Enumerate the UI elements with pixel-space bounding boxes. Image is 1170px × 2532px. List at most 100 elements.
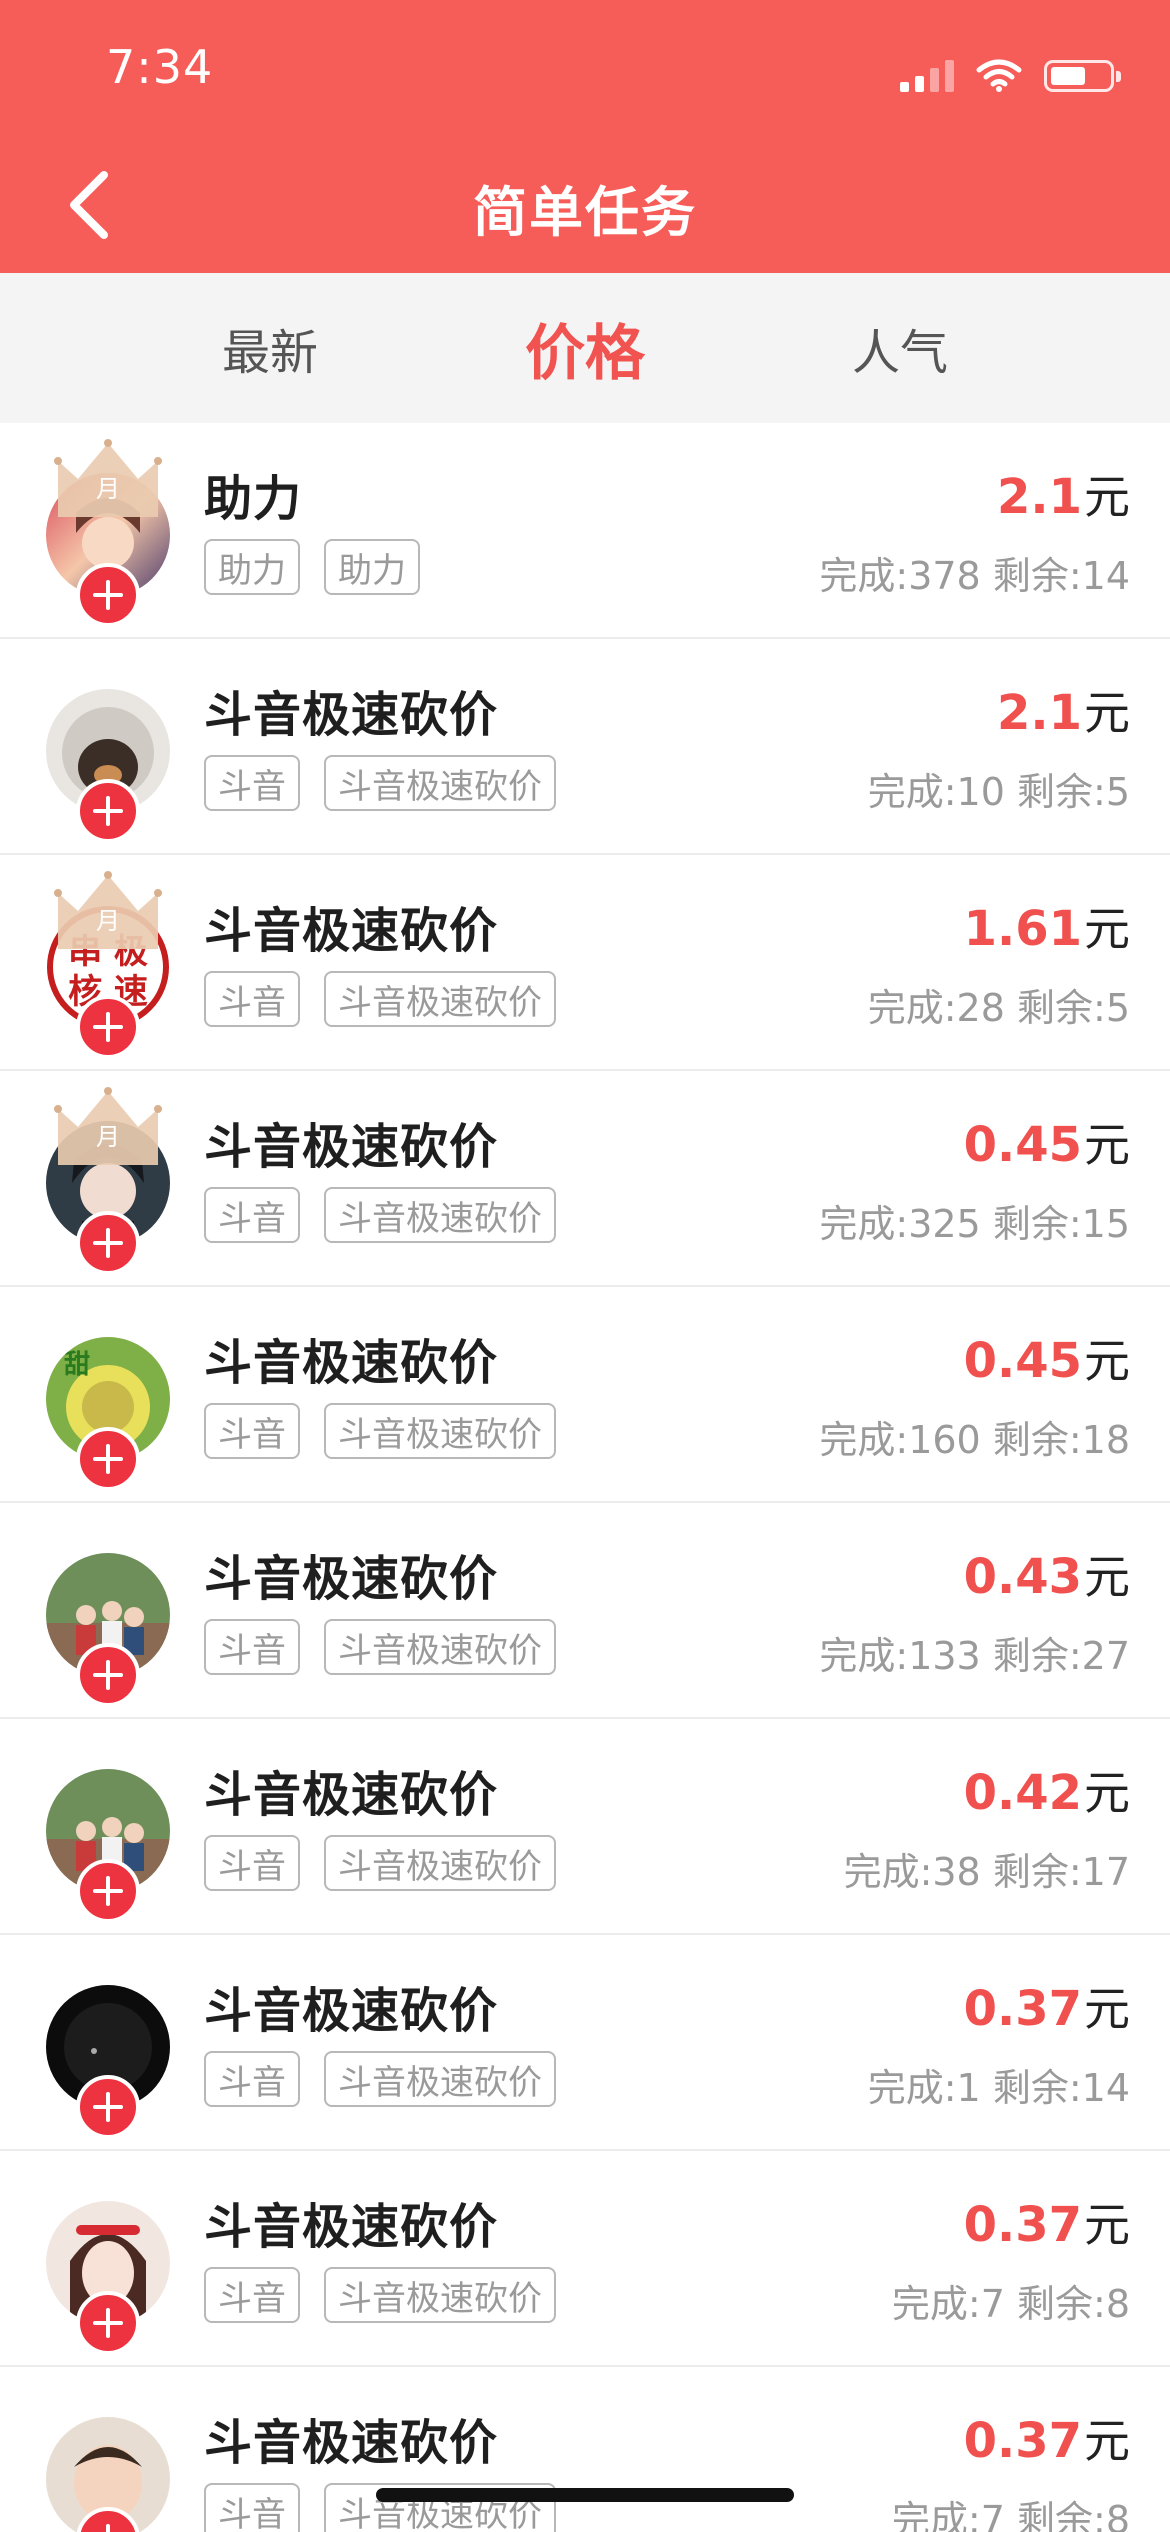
follow-button[interactable] — [76, 779, 140, 843]
task-title: 斗音极速砍价 — [204, 687, 499, 743]
task-row[interactable]: 斗音极速砍价 斗音 斗音极速砍价 0.37 元 完成:1 剩余:14 — [0, 1935, 1170, 2151]
price-value: 0.45 — [963, 1117, 1082, 1173]
done-label: 完成: — [867, 2066, 957, 2110]
done-count: 378 — [908, 554, 981, 598]
task-title: 斗音极速砍价 — [204, 1767, 499, 1823]
tab-latest[interactable]: 最新 — [170, 273, 370, 423]
follow-button[interactable] — [76, 2291, 140, 2355]
task-stats: 完成:133 剩余:27 — [819, 1625, 1130, 1680]
task-row[interactable]: 月 助力 助力 助力 2.1 元 完成:378 剩余:14 — [0, 423, 1170, 639]
task-tags: 斗音 斗音极速砍价 — [204, 1619, 556, 1675]
status-time: 7:34 — [106, 40, 214, 94]
done-label: 完成: — [867, 986, 957, 1030]
task-tag: 助力 — [204, 539, 300, 595]
done-label: 完成: — [819, 554, 909, 598]
task-stats: 完成:160 剩余:18 — [819, 1409, 1130, 1464]
task-row[interactable]: 斗音极速砍价 斗音 斗音极速砍价 0.42 元 完成:38 剩余:17 — [0, 1719, 1170, 1935]
follow-button[interactable] — [76, 995, 140, 1059]
remaining-label: 剩余: — [1017, 2498, 1106, 2532]
task-list: 月 助力 助力 助力 2.1 元 完成:378 剩余:14 斗音极速砍价 斗音 … — [0, 423, 1170, 2532]
remaining-count: 8 — [1105, 2498, 1130, 2532]
crown-label: 月 — [96, 907, 120, 935]
remaining-count: 5 — [1105, 986, 1130, 1030]
done-count: 1 — [956, 2066, 981, 2110]
task-tag: 斗音 — [204, 1187, 300, 1243]
avatar-container[interactable] — [46, 1985, 170, 2139]
task-tag: 斗音极速砍价 — [324, 1403, 556, 1459]
price-value: 0.42 — [963, 1765, 1082, 1821]
done-label: 完成: — [891, 2282, 981, 2326]
task-tags: 斗音 斗音极速砍价 — [204, 1187, 556, 1243]
task-tag: 斗音极速砍价 — [324, 1187, 556, 1243]
price-unit: 元 — [1084, 2198, 1130, 2252]
task-row[interactable]: 甜 斗音极速砍价 斗音 斗音极速砍价 0.45 元 完成:160 剩余:18 — [0, 1287, 1170, 1503]
crown-badge-icon: 月 — [54, 871, 162, 949]
task-row[interactable]: 斗音极速砍价 斗音 斗音极速砍价 0.43 元 完成:133 剩余:27 — [0, 1503, 1170, 1719]
avatar-container[interactable]: 月 — [46, 1087, 170, 1275]
follow-button[interactable] — [76, 563, 140, 627]
task-stats: 完成:1 剩余:14 — [868, 2057, 1130, 2112]
done-count: 133 — [908, 1634, 981, 1678]
remaining-count: 5 — [1105, 770, 1130, 814]
plus-icon — [93, 1444, 123, 1474]
done-label: 完成: — [819, 1202, 909, 1246]
task-row[interactable]: 斗音极速砍价 斗音 斗音极速砍价 0.37 元 完成:7 剩余:8 — [0, 2367, 1170, 2532]
plus-icon — [93, 1012, 123, 1042]
tab-price[interactable]: 价格 — [485, 273, 685, 423]
price-unit: 元 — [1084, 902, 1130, 956]
avatar-container[interactable]: 月 — [46, 439, 170, 627]
task-tags: 斗音 斗音极速砍价 — [204, 2051, 556, 2107]
price-unit: 元 — [1084, 1766, 1130, 1820]
remaining-count: 15 — [1081, 1202, 1130, 1246]
price-value: 0.45 — [963, 1333, 1082, 1389]
avatar-container[interactable] — [46, 689, 170, 843]
follow-button[interactable] — [76, 1427, 140, 1491]
task-tags: 斗音 斗音极速砍价 — [204, 2267, 556, 2323]
avatar-container[interactable] — [46, 1769, 170, 1923]
app-header: 7:34 简单任务 — [0, 0, 1170, 273]
done-count: 160 — [908, 1418, 981, 1462]
remaining-label: 剩余: — [992, 1418, 1082, 1462]
remaining-label: 剩余: — [992, 1202, 1082, 1246]
task-tags: 斗音 斗音极速砍价 — [204, 755, 556, 811]
task-stats: 完成:325 剩余:15 — [819, 1193, 1130, 1248]
home-indicator — [376, 2488, 794, 2502]
task-stats: 完成:38 剩余:17 — [844, 1841, 1130, 1896]
page-title: 简单任务 — [473, 181, 697, 244]
task-tag: 斗音 — [204, 1619, 300, 1675]
price-unit: 元 — [1084, 470, 1130, 524]
follow-button[interactable] — [76, 1211, 140, 1275]
avatar-container[interactable] — [46, 2201, 170, 2355]
task-tag: 斗音极速砍价 — [324, 1835, 556, 1891]
done-label: 完成: — [819, 1418, 909, 1462]
follow-button[interactable] — [76, 1643, 140, 1707]
task-row[interactable]: 斗音极速砍价 斗音 斗音极速砍价 0.37 元 完成:7 剩余:8 — [0, 2151, 1170, 2367]
avatar-container[interactable] — [46, 1553, 170, 1707]
done-count: 7 — [980, 2282, 1005, 2326]
avatar-container[interactable]: 串 极核 速 月 — [46, 871, 170, 1059]
follow-button[interactable] — [76, 1859, 140, 1923]
done-count: 325 — [908, 1202, 981, 1246]
done-count: 7 — [980, 2498, 1005, 2532]
task-row[interactable]: 斗音极速砍价 斗音 斗音极速砍价 2.1 元 完成:10 剩余:5 — [0, 639, 1170, 855]
task-row[interactable]: 月 斗音极速砍价 斗音 斗音极速砍价 0.45 元 完成:325 剩余:15 — [0, 1071, 1170, 1287]
avatar-container[interactable] — [46, 2417, 170, 2532]
price-unit: 元 — [1084, 686, 1130, 740]
follow-button[interactable] — [76, 2075, 140, 2139]
task-title: 斗音极速砍价 — [204, 1335, 499, 1391]
avatar-container[interactable]: 甜 — [46, 1337, 170, 1491]
remaining-label: 剩余: — [1017, 770, 1106, 814]
task-price: 0.45 元 — [964, 1325, 1130, 1391]
task-title: 斗音极速砍价 — [204, 1983, 499, 2039]
task-tag: 斗音 — [204, 2051, 300, 2107]
task-tag: 斗音极速砍价 — [324, 971, 556, 1027]
done-count: 28 — [956, 986, 1005, 1030]
tab-popularity[interactable]: 人气 — [800, 273, 1000, 423]
task-price: 0.42 元 — [964, 1757, 1130, 1823]
task-row[interactable]: 串 极核 速 月 斗音极速砍价 斗音 斗音极速砍价 1.61 元 完成:28 剩余:… — [0, 855, 1170, 1071]
remaining-count: 27 — [1081, 1634, 1130, 1678]
remaining-count: 14 — [1081, 554, 1130, 598]
task-stats: 完成:7 剩余:8 — [892, 2273, 1130, 2328]
task-tag: 斗音 — [204, 2483, 300, 2532]
status-icons — [900, 52, 1121, 92]
